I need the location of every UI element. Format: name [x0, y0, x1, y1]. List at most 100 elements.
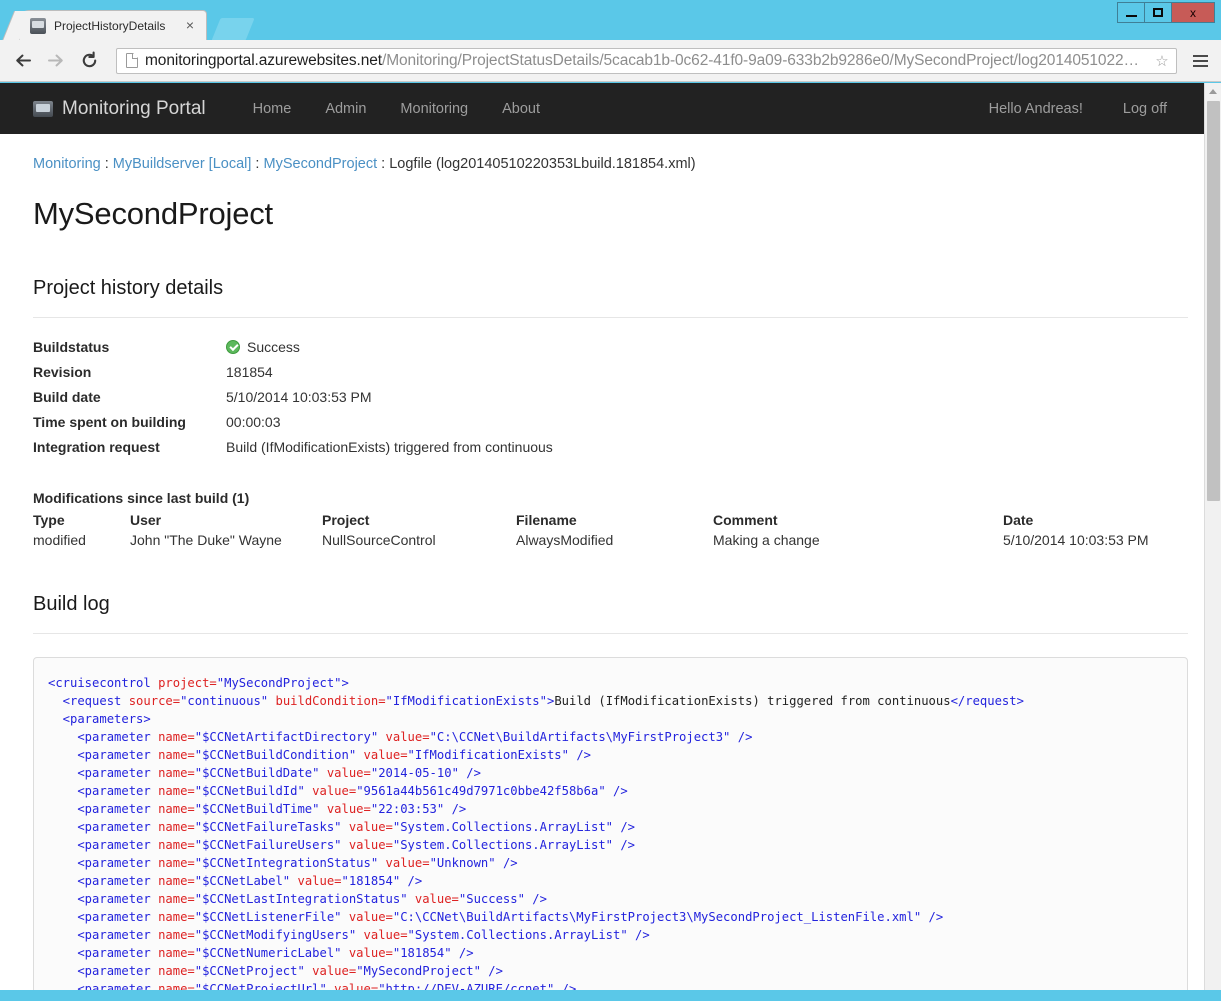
cell-comment: Making a change [713, 532, 820, 548]
page-scrollbar[interactable] [1204, 83, 1221, 990]
xml-token-attr: name= [158, 910, 195, 924]
xml-token-val: "181854" [392, 946, 452, 960]
close-icon: x [1190, 5, 1196, 20]
xml-token-val: "System.Collections.ArrayList" [392, 820, 613, 834]
xml-token-val: "$CCNetProjectUrl" [194, 982, 335, 990]
xml-token-tag: /> [613, 838, 636, 852]
xml-token-tag: /> [554, 982, 577, 990]
nav-item-about[interactable]: About [485, 101, 557, 117]
scrollbar-thumb[interactable] [1207, 101, 1220, 501]
nav-item-home[interactable]: Home [236, 101, 309, 117]
forward-button[interactable] [40, 46, 70, 76]
xml-token-tag: /> [568, 748, 591, 762]
xml-token-val: "$CCNetBuildTime" [194, 802, 327, 816]
xml-token-attr: name= [158, 784, 195, 798]
page-viewport: Monitoring Portal Home Admin Monitoring … [0, 83, 1221, 990]
xml-token-val: "System.Collections.ArrayList" [407, 928, 628, 942]
column-header-project: Project [322, 512, 370, 528]
cell-date: 5/10/2014 10:03:53 PM [1003, 532, 1149, 548]
xml-token-val: "$CCNetModifyingUsers" [194, 928, 364, 942]
xml-token-tag: <parameter [48, 766, 159, 780]
breadcrumb-item-monitoring[interactable]: Monitoring [33, 156, 101, 172]
xml-token-val: "continuous" [180, 694, 276, 708]
tab-close-icon[interactable]: × [182, 18, 198, 34]
nav-item-monitoring[interactable]: Monitoring [383, 101, 485, 117]
xml-token-attr: name= [158, 892, 195, 906]
xml-token-attr: project= [158, 676, 217, 690]
close-button[interactable]: x [1171, 2, 1215, 23]
xml-token-attr: value= [312, 964, 357, 978]
xml-token-tag: <parameter [48, 964, 159, 978]
build-log-codebox[interactable]: <cruisecontrol project="MySecondProject"… [33, 657, 1188, 990]
bookmark-star-icon[interactable]: ☆ [1152, 52, 1172, 70]
xml-token-attr: name= [158, 730, 195, 744]
xml-token-tag: /> [444, 802, 467, 816]
breadcrumb-item-project[interactable]: MySecondProject [264, 156, 378, 172]
brand-label: Monitoring Portal [62, 97, 206, 119]
xml-token-attr: value= [326, 766, 371, 780]
xml-token-val: "Unknown" [429, 856, 496, 870]
xml-token-attr: name= [158, 874, 195, 888]
column-header-comment: Comment [713, 512, 778, 528]
minimize-button[interactable] [1117, 2, 1145, 23]
xml-token-attr: name= [158, 946, 195, 960]
xml-token-val: "C:\CCNet\BuildArtifacts\MyFirstProject3… [392, 910, 922, 924]
xml-token-attr: name= [158, 928, 195, 942]
breadcrumb-separator: : [100, 156, 113, 172]
xml-token-text: Build (IfModificationExists) triggered f… [554, 694, 951, 708]
xml-token-tag: /> [400, 874, 423, 888]
new-tab-button[interactable] [211, 18, 255, 41]
xml-token-tag: <parameter [48, 892, 159, 906]
breadcrumb-item-buildserver[interactable]: MyBuildserver [Local] [113, 156, 252, 172]
browser-tab-projecthistorydetails[interactable]: ProjectHistoryDetails × [20, 11, 206, 41]
site-brand[interactable]: Monitoring Portal [33, 98, 206, 120]
detail-value: 5/10/2014 10:03:53 PM [226, 389, 372, 405]
maximize-button[interactable] [1144, 2, 1172, 23]
xml-token-tag: /> [451, 946, 474, 960]
xml-token-val: "MySecondProject" [216, 676, 342, 690]
xml-token-val: "C:\CCNet\BuildArtifacts\MyFirstProject3… [429, 730, 731, 744]
chrome-menu-icon[interactable] [1187, 46, 1213, 76]
xml-token-tag: <parameter [48, 838, 159, 852]
xml-token-val: "Success" [458, 892, 525, 906]
cell-filename: AlwaysModified [516, 532, 614, 548]
xml-token-attr: name= [158, 838, 195, 852]
forward-arrow-icon [47, 54, 63, 67]
detail-value: Success [226, 339, 300, 355]
column-header-date: Date [1003, 512, 1034, 528]
column-header-filename: Filename [516, 512, 577, 528]
nav-user-area: Hello Andreas! Log off [969, 101, 1205, 117]
back-button[interactable] [8, 46, 38, 76]
detail-value: 181854 [226, 364, 273, 380]
browser-window: x ProjectHistoryDetails × monitoringport… [0, 0, 1221, 1001]
xml-token-tag: <parameter [48, 946, 159, 960]
xml-token-tag: <parameter [48, 910, 159, 924]
breadcrumb-separator: : [251, 156, 264, 172]
xml-token-val: "22:03:53" [370, 802, 445, 816]
xml-token-tag: <parameter [48, 784, 159, 798]
column-header-type: Type [33, 512, 65, 528]
logoff-link[interactable]: Log off [1103, 101, 1187, 117]
browser-toolbar: monitoringportal.azurewebsites.net/Monit… [0, 40, 1221, 82]
minimize-icon [1125, 14, 1137, 17]
modifications-title: Modifications since last build (1) [33, 490, 250, 506]
user-greeting-link[interactable]: Hello Andreas! [969, 101, 1103, 117]
address-bar[interactable]: monitoringportal.azurewebsites.net/Monit… [116, 47, 1177, 74]
nav-item-admin[interactable]: Admin [308, 101, 383, 117]
xml-token-tag: /> [495, 856, 518, 870]
table-row: modified John "The Duke" Wayne NullSourc… [33, 532, 1188, 548]
xml-token-val: "$CCNetArtifactDirectory" [194, 730, 386, 744]
build-log-xml: <cruisecontrol project="MySecondProject"… [48, 674, 1173, 990]
detail-value: 00:00:03 [226, 414, 281, 430]
reload-button[interactable] [74, 46, 104, 76]
xml-token-tag: /> [613, 820, 636, 834]
xml-token-val: "$CCNetListenerFile" [194, 910, 349, 924]
scrollbar-up-arrow-icon[interactable] [1205, 83, 1221, 100]
xml-token-attr: source= [128, 694, 181, 708]
xml-token-val: "$CCNetFailureTasks" [194, 820, 349, 834]
section-heading-buildlog: Build log [33, 593, 1188, 634]
xml-token-attr: name= [158, 748, 195, 762]
cell-user: John "The Duke" Wayne [130, 532, 282, 548]
cell-type: modified [33, 532, 86, 548]
cell-project: NullSourceControl [322, 532, 436, 548]
